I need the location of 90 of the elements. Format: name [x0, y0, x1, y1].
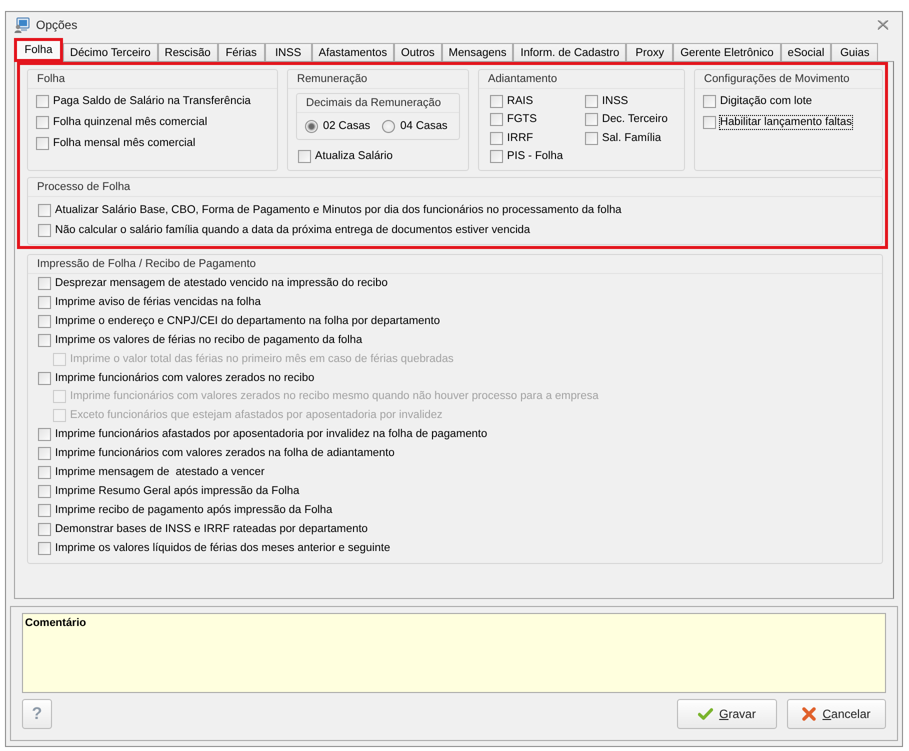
checkbox-label: Imprime o valor total das férias no primeiro mês em caso de férias quebradas — [70, 352, 454, 366]
checkbox-label: Habilitar lançamento faltas — [720, 116, 852, 129]
checkbox[interactable] — [38, 466, 51, 480]
tab[interactable]: Décimo Terceiro — [63, 43, 158, 61]
group-title: Decimais da Remuneração — [306, 97, 441, 109]
checkbox[interactable] — [490, 94, 503, 108]
checkbox-label: Imprime funcionários com valores zerados no recibo mesmo quando não houver processo para a empresa — [70, 390, 599, 404]
checkbox[interactable] — [38, 485, 51, 498]
checkbox-label: Imprime o endereço e CNPJ/CEI do departamento na folha por departamento — [55, 314, 440, 328]
checkbox[interactable] — [38, 428, 51, 442]
tab[interactable]: Férias — [218, 43, 265, 61]
checkbox-label: Imprime aviso de férias vencidas na folha — [55, 296, 261, 309]
monitor-icon — [14, 17, 30, 33]
checkbox[interactable] — [36, 137, 49, 150]
checkbox[interactable] — [490, 113, 503, 126]
checkbox-label: PIS - Folha — [507, 150, 563, 164]
checkbox[interactable] — [490, 132, 503, 145]
checkbox-label: Não calcular o salário família quando a data da próxima entrega de documentos estiver vencida — [55, 224, 530, 236]
checkmark-icon — [698, 708, 714, 720]
group-title: Adiantamento — [488, 73, 558, 85]
checkbox[interactable] — [38, 334, 51, 347]
checkbox[interactable] — [38, 504, 51, 518]
radio-label: 04 Casas — [400, 120, 448, 133]
group-title: Configurações de Movimento — [704, 73, 850, 85]
checkbox-label: Exceto funcionários que estejam afastados por aposentadoria por invalidez — [70, 409, 443, 422]
checkbox-label: Imprime funcionários com valores zerados no recibo — [55, 372, 314, 385]
checkbox-label: Demonstrar bases de INSS e IRRF rateadas por departamento — [55, 522, 368, 536]
checkbox-label: Dec. Terceiro — [602, 113, 668, 126]
comment-field[interactable]: Comentário — [22, 613, 886, 693]
checkbox-label: FGTS — [507, 113, 537, 126]
checkbox-label: Paga Saldo de Salário na Transferência — [53, 95, 251, 108]
close-icon[interactable] — [877, 20, 889, 30]
checkbox[interactable] — [703, 95, 716, 108]
tab[interactable]: Proxy — [626, 43, 674, 61]
checkbox-label: Imprime recibo de pagamento após impressão da Folha — [55, 504, 332, 518]
checkbox[interactable] — [298, 150, 311, 162]
checkbox-label: Atualizar Salário Base, CBO, Forma de Pagamento e Minutos por dia dos funcionários no processamento da folha — [55, 204, 622, 216]
checkbox-label: Folha quinzenal mês comercial — [53, 116, 208, 129]
checkbox-label: Digitação com lote — [720, 95, 812, 108]
comment-label: Comentário — [25, 617, 86, 629]
checkbox[interactable] — [585, 113, 598, 126]
checkbox[interactable] — [490, 150, 503, 164]
checkbox-label: RAIS — [507, 94, 534, 108]
tab[interactable]: INSS — [264, 43, 312, 61]
checkbox-label: Imprime os valores de férias no recibo de pagamento da folha — [55, 334, 362, 347]
tab[interactable]: Outros — [394, 43, 442, 61]
checkbox-label: Imprime Resumo Geral após impressão da Folha — [55, 485, 300, 498]
checkbox[interactable] — [38, 314, 51, 328]
checkbox[interactable] — [38, 296, 51, 309]
checkbox[interactable] — [36, 116, 49, 129]
checkbox[interactable] — [38, 276, 51, 290]
tab[interactable]: Inform. de Cadastro — [513, 43, 626, 61]
window-title: Opções — [36, 18, 78, 32]
group-title: Remuneração — [297, 73, 368, 85]
checkbox[interactable] — [38, 522, 51, 536]
checkbox-label: Imprime funcionários com valores zerados na folha de adiantamento — [55, 447, 395, 460]
group-title: Impressão de Folha / Recibo de Pagamento — [37, 258, 256, 270]
tab[interactable]: Guias — [831, 43, 878, 61]
checkbox[interactable] — [38, 372, 51, 385]
checkbox-label: Sal. Família — [602, 132, 662, 145]
tab[interactable]: eSocial — [780, 43, 832, 61]
checkbox[interactable] — [38, 542, 51, 555]
radio-label: 02 Casas — [323, 120, 370, 133]
checkbox-label: Imprime mensagem de atestado a vencer — [55, 466, 265, 480]
checkbox[interactable] — [585, 132, 598, 145]
tab[interactable]: Folha — [14, 38, 63, 62]
checkbox-label: Atualiza Salário — [315, 150, 393, 162]
checkbox-label: Imprime funcionários afastados por aposentadoria por invalidez na folha de pagamento — [55, 428, 488, 442]
cancel-button[interactable]: Cancelar — [787, 699, 886, 729]
checkbox-label: Folha mensal mês comercial — [53, 137, 196, 150]
checkbox-label: INSS — [602, 94, 628, 108]
checkbox[interactable] — [38, 204, 51, 216]
checkbox[interactable] — [703, 116, 716, 129]
tab[interactable]: Afastamentos — [312, 43, 394, 61]
checkbox[interactable] — [36, 95, 49, 108]
checkbox-label: Desprezar mensagem de atestado vencido na impressão do recibo — [55, 276, 388, 290]
x-icon — [802, 707, 816, 721]
checkbox-label: Imprime os valores líquidos de férias dos meses anterior e seguinte — [55, 542, 390, 555]
radio-button[interactable] — [305, 120, 318, 133]
radio-button[interactable] — [382, 120, 396, 133]
checkbox-label: IRRF — [507, 132, 534, 145]
group-title: Processo de Folha — [37, 181, 130, 193]
tab[interactable]: Gerente Eletrônico — [673, 43, 781, 61]
tab[interactable]: Rescisão — [158, 43, 218, 61]
tab[interactable]: Mensagens — [442, 43, 514, 61]
save-button[interactable]: Gravar — [677, 699, 777, 729]
checkbox[interactable] — [38, 224, 51, 236]
group-title: Folha — [37, 73, 65, 85]
checkbox[interactable] — [38, 447, 51, 460]
checkbox[interactable] — [585, 94, 598, 108]
